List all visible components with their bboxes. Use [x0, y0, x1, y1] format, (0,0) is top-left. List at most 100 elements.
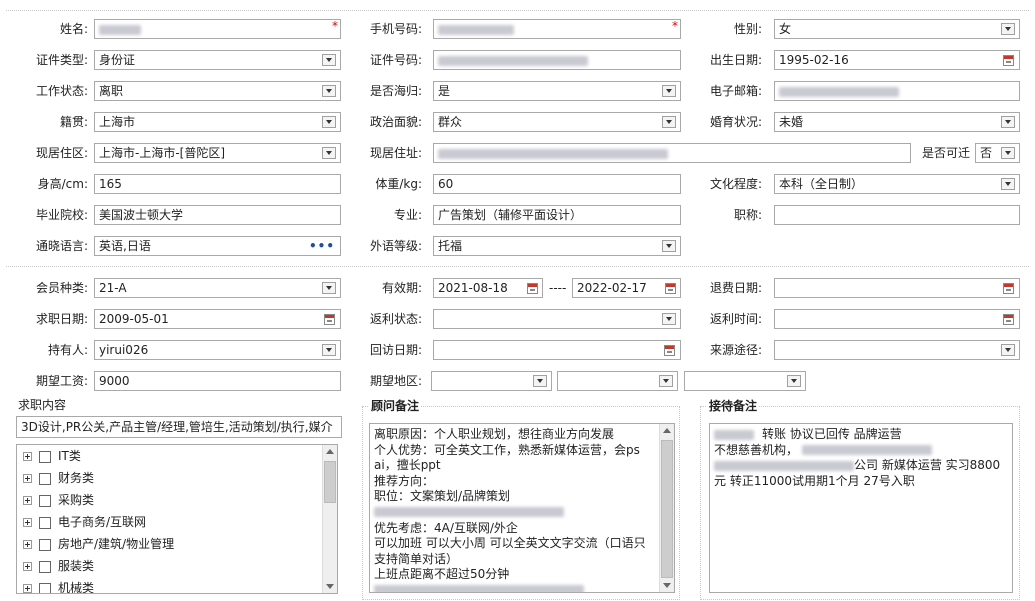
scroll-thumb[interactable]	[324, 461, 336, 503]
tree-item[interactable]: 机械类	[23, 577, 94, 593]
more-options-icon[interactable]: •••	[309, 239, 335, 253]
scroll-up-icon[interactable]	[663, 428, 671, 433]
language-level-select[interactable]: 托福	[433, 236, 681, 256]
chevron-down-icon[interactable]	[322, 147, 336, 159]
expand-icon[interactable]	[23, 452, 32, 461]
consultant-notes-textarea[interactable]: 离职原因：个人职业规划，想往商业方向发展 个人优势：可全英文工作，熟悉新媒体运营…	[369, 423, 675, 593]
work-status-select[interactable]: 离职	[94, 81, 341, 101]
chevron-down-icon[interactable]	[1001, 116, 1015, 128]
calendar-icon[interactable]	[665, 283, 676, 294]
checkbox[interactable]	[39, 582, 51, 593]
expand-icon[interactable]	[23, 474, 32, 483]
tree-item[interactable]: 房地产/建筑/物业管理	[23, 533, 174, 555]
chevron-down-icon[interactable]	[1001, 23, 1015, 35]
tree-item[interactable]: 财务类	[23, 467, 94, 489]
tree-item[interactable]: IT类	[23, 445, 81, 467]
birth-date-field[interactable]: 1995-02-16	[774, 50, 1020, 70]
weight-field[interactable]: 60	[433, 174, 681, 194]
chevron-down-icon[interactable]	[322, 344, 336, 356]
id-number-field[interactable]	[433, 50, 681, 70]
mobile-field[interactable]	[433, 19, 681, 39]
expected-region-district-select[interactable]	[684, 371, 806, 391]
job-category-tree[interactable]: IT类 财务类 采购类 电子商务/互联网 房地产/建筑/物业管理 服装类 机械类	[16, 444, 338, 594]
chevron-down-icon[interactable]	[322, 116, 336, 128]
calendar-icon[interactable]	[1003, 55, 1014, 66]
checkbox[interactable]	[39, 472, 51, 485]
expected-region-province-select[interactable]	[431, 371, 552, 391]
school-field[interactable]: 美国波士顿大学	[94, 205, 341, 225]
major-field[interactable]: 广告策划（辅修平面设计）	[433, 205, 681, 225]
residence-area-select[interactable]: 上海市-上海市-[普陀区]	[94, 143, 341, 163]
checkbox[interactable]	[39, 450, 51, 463]
chevron-down-icon[interactable]	[1001, 344, 1015, 356]
mobile-required-mark: *	[672, 19, 678, 33]
chevron-down-icon[interactable]	[533, 375, 547, 387]
tree-item-label: 电子商务/互联网	[58, 515, 147, 529]
job-seek-date-field[interactable]: 2009-05-01	[94, 309, 341, 329]
languages-field[interactable]: 英语,日语 •••	[94, 236, 341, 256]
returnee-select[interactable]: 是	[433, 81, 681, 101]
height-value: 165	[99, 177, 122, 191]
scroll-down-icon[interactable]	[663, 583, 671, 588]
school-value: 美国波士顿大学	[99, 208, 184, 222]
relocate-select[interactable]: 否	[975, 143, 1020, 163]
expand-icon[interactable]	[23, 540, 32, 549]
expected-salary-field[interactable]: 9000	[94, 371, 341, 391]
chevron-down-icon[interactable]	[662, 313, 676, 325]
scroll-thumb[interactable]	[661, 440, 673, 578]
chevron-down-icon[interactable]	[322, 54, 336, 66]
source-select[interactable]	[774, 340, 1020, 360]
id-type-select[interactable]: 身份证	[94, 50, 341, 70]
job-content-field[interactable]: 3D设计,PR公关,产品主管/经理,管培生,活动策划/执行,媒介	[16, 416, 342, 438]
expand-icon[interactable]	[23, 496, 32, 505]
calendar-icon[interactable]	[1003, 283, 1014, 294]
rebate-time-field[interactable]	[774, 309, 1020, 329]
consultant-notes-scrollbar[interactable]	[659, 424, 674, 592]
chevron-down-icon[interactable]	[659, 375, 673, 387]
gender-select[interactable]: 女	[774, 19, 1020, 39]
valid-from-field[interactable]: 2021-08-18	[433, 278, 543, 298]
chevron-down-icon[interactable]	[662, 85, 676, 97]
chevron-down-icon[interactable]	[1001, 147, 1015, 159]
calendar-icon[interactable]	[324, 314, 335, 325]
checkbox[interactable]	[39, 560, 51, 573]
native-place-select[interactable]: 上海市	[94, 112, 341, 132]
residence-address-field[interactable]	[433, 143, 911, 163]
expand-icon[interactable]	[23, 518, 32, 527]
tree-item[interactable]: 电子商务/互联网	[23, 511, 146, 533]
name-field[interactable]	[94, 19, 341, 39]
checkbox[interactable]	[39, 494, 51, 507]
chevron-down-icon[interactable]	[322, 85, 336, 97]
calendar-icon[interactable]	[527, 283, 538, 294]
visit-date-field[interactable]	[433, 340, 681, 360]
holder-select[interactable]: yirui026	[94, 340, 341, 360]
tree-item[interactable]: 服装类	[23, 555, 94, 577]
expected-region-city-select[interactable]	[557, 371, 678, 391]
chevron-down-icon[interactable]	[322, 282, 336, 294]
scroll-up-icon[interactable]	[326, 449, 334, 454]
calendar-icon[interactable]	[1003, 314, 1014, 325]
expand-icon[interactable]	[23, 562, 32, 571]
chevron-down-icon[interactable]	[1001, 178, 1015, 190]
chevron-down-icon[interactable]	[787, 375, 801, 387]
tree-item[interactable]: 采购类	[23, 489, 94, 511]
job-title-field[interactable]	[774, 205, 1020, 225]
chevron-down-icon[interactable]	[662, 240, 676, 252]
reception-notes-textarea[interactable]: 转账 协议已回传 品牌运营 不想慈善机构， 公司 新媒体运营 实习8800 元 …	[709, 423, 1013, 593]
expand-icon[interactable]	[23, 584, 32, 593]
valid-to-field[interactable]: 2022-02-17	[572, 278, 681, 298]
checkbox[interactable]	[39, 538, 51, 551]
scroll-down-icon[interactable]	[326, 584, 334, 589]
member-type-select[interactable]: 21-A	[94, 278, 341, 298]
email-field[interactable]	[774, 81, 1020, 101]
checkbox[interactable]	[39, 516, 51, 529]
calendar-icon[interactable]	[664, 345, 675, 356]
height-field[interactable]: 165	[94, 174, 341, 194]
education-select[interactable]: 本科（全日制）	[774, 174, 1020, 194]
rebate-status-select[interactable]	[433, 309, 681, 329]
marital-status-select[interactable]: 未婚	[774, 112, 1020, 132]
political-status-select[interactable]: 群众	[433, 112, 681, 132]
tree-scrollbar[interactable]	[322, 445, 337, 593]
chevron-down-icon[interactable]	[662, 116, 676, 128]
refund-date-field[interactable]	[774, 278, 1020, 298]
